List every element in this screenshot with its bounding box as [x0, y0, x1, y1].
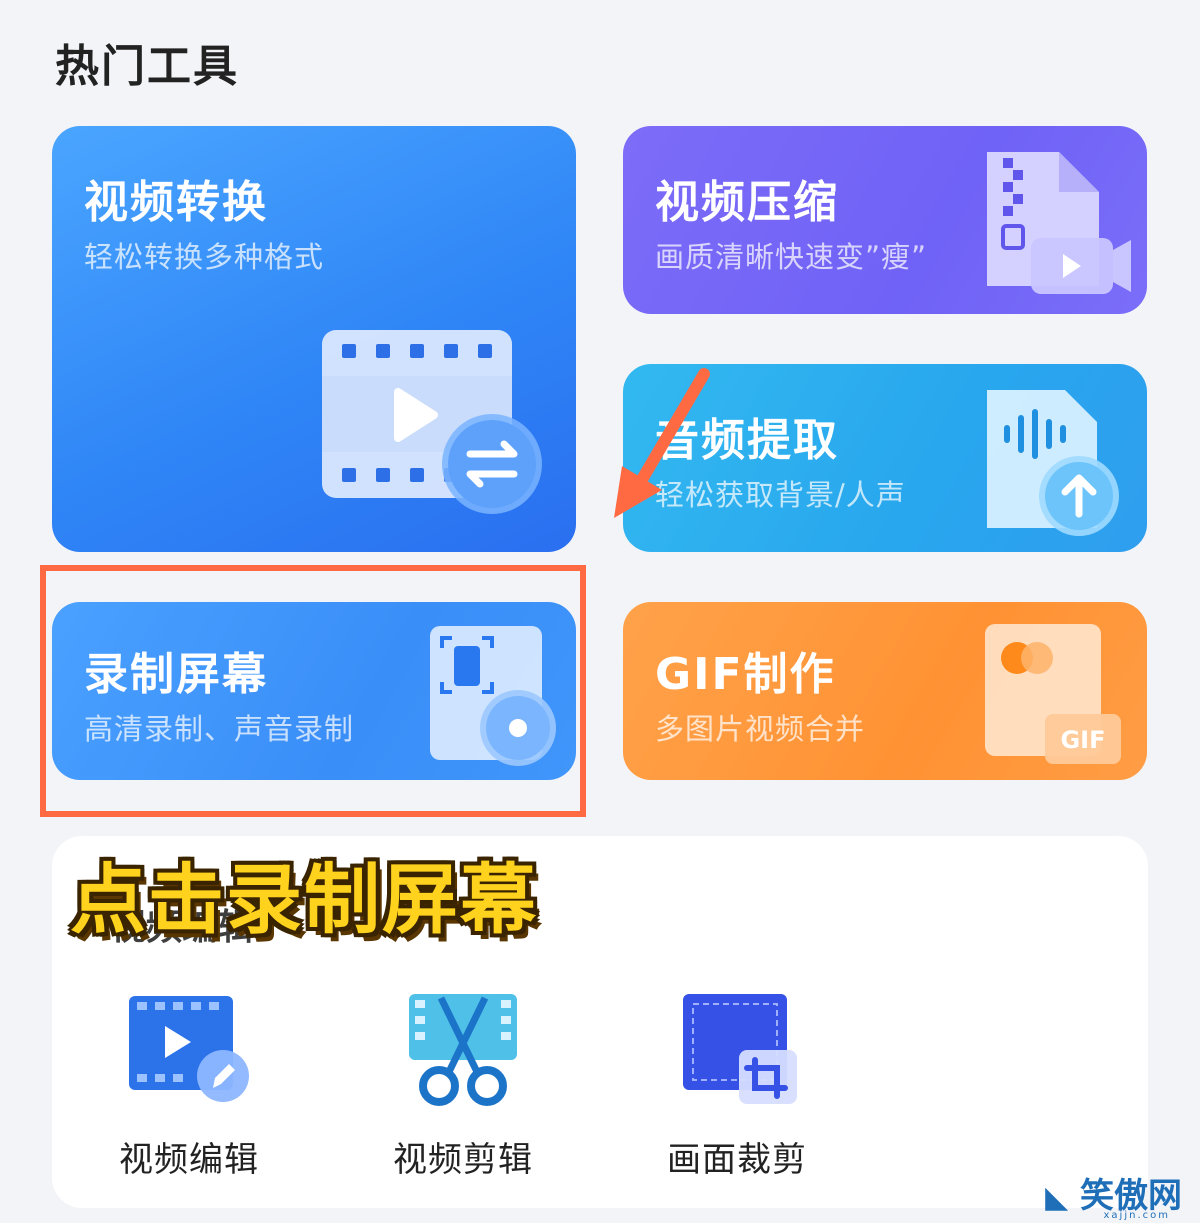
video-compress-card[interactable]: 视频压缩 画质清晰快速变”瘦” [623, 126, 1147, 314]
audio-upload-icon [987, 390, 1119, 536]
tool-label: 画面裁剪 [667, 1140, 807, 1180]
card-title: 视频压缩 [655, 177, 839, 228]
tool-label: 视频编辑 [119, 1140, 259, 1180]
crop-icon [683, 994, 797, 1104]
card-title: 视频转换 [84, 177, 268, 228]
gif-badge: GIF [1060, 726, 1106, 754]
gif-icon: GIF [985, 624, 1135, 774]
highlight-box [40, 565, 586, 817]
shark-logo-icon: ◣ [1045, 1180, 1069, 1215]
scissors-film-icon [409, 994, 517, 1106]
section-title: 热门工具 [55, 41, 239, 92]
tool-crop[interactable]: 画面裁剪 [652, 990, 822, 1181]
card-subtitle: 画质清晰快速变”瘦” [655, 240, 928, 274]
annotation-arrow-icon [614, 368, 710, 518]
film-convert-icon [322, 330, 542, 514]
annotation-caption: 点击录制屏幕 [70, 855, 538, 944]
card-subtitle: 多图片视频合并 [655, 712, 866, 746]
gif-make-card[interactable]: GIF制作 多图片视频合并 GIF [623, 602, 1147, 780]
video-convert-card[interactable]: 视频转换 轻松转换多种格式 [52, 126, 576, 552]
tool-video-edit[interactable]: 视频编辑 [104, 990, 274, 1181]
tool-video-cut[interactable]: 视频剪辑 [378, 990, 548, 1181]
watermark-url: xajjn.com [1103, 1210, 1170, 1221]
video-edit-icon [129, 996, 249, 1102]
card-subtitle: 轻松转换多种格式 [84, 240, 325, 274]
tool-label: 视频剪辑 [393, 1140, 533, 1180]
card-title: GIF制作 [655, 649, 836, 700]
zip-video-icon [987, 152, 1131, 294]
